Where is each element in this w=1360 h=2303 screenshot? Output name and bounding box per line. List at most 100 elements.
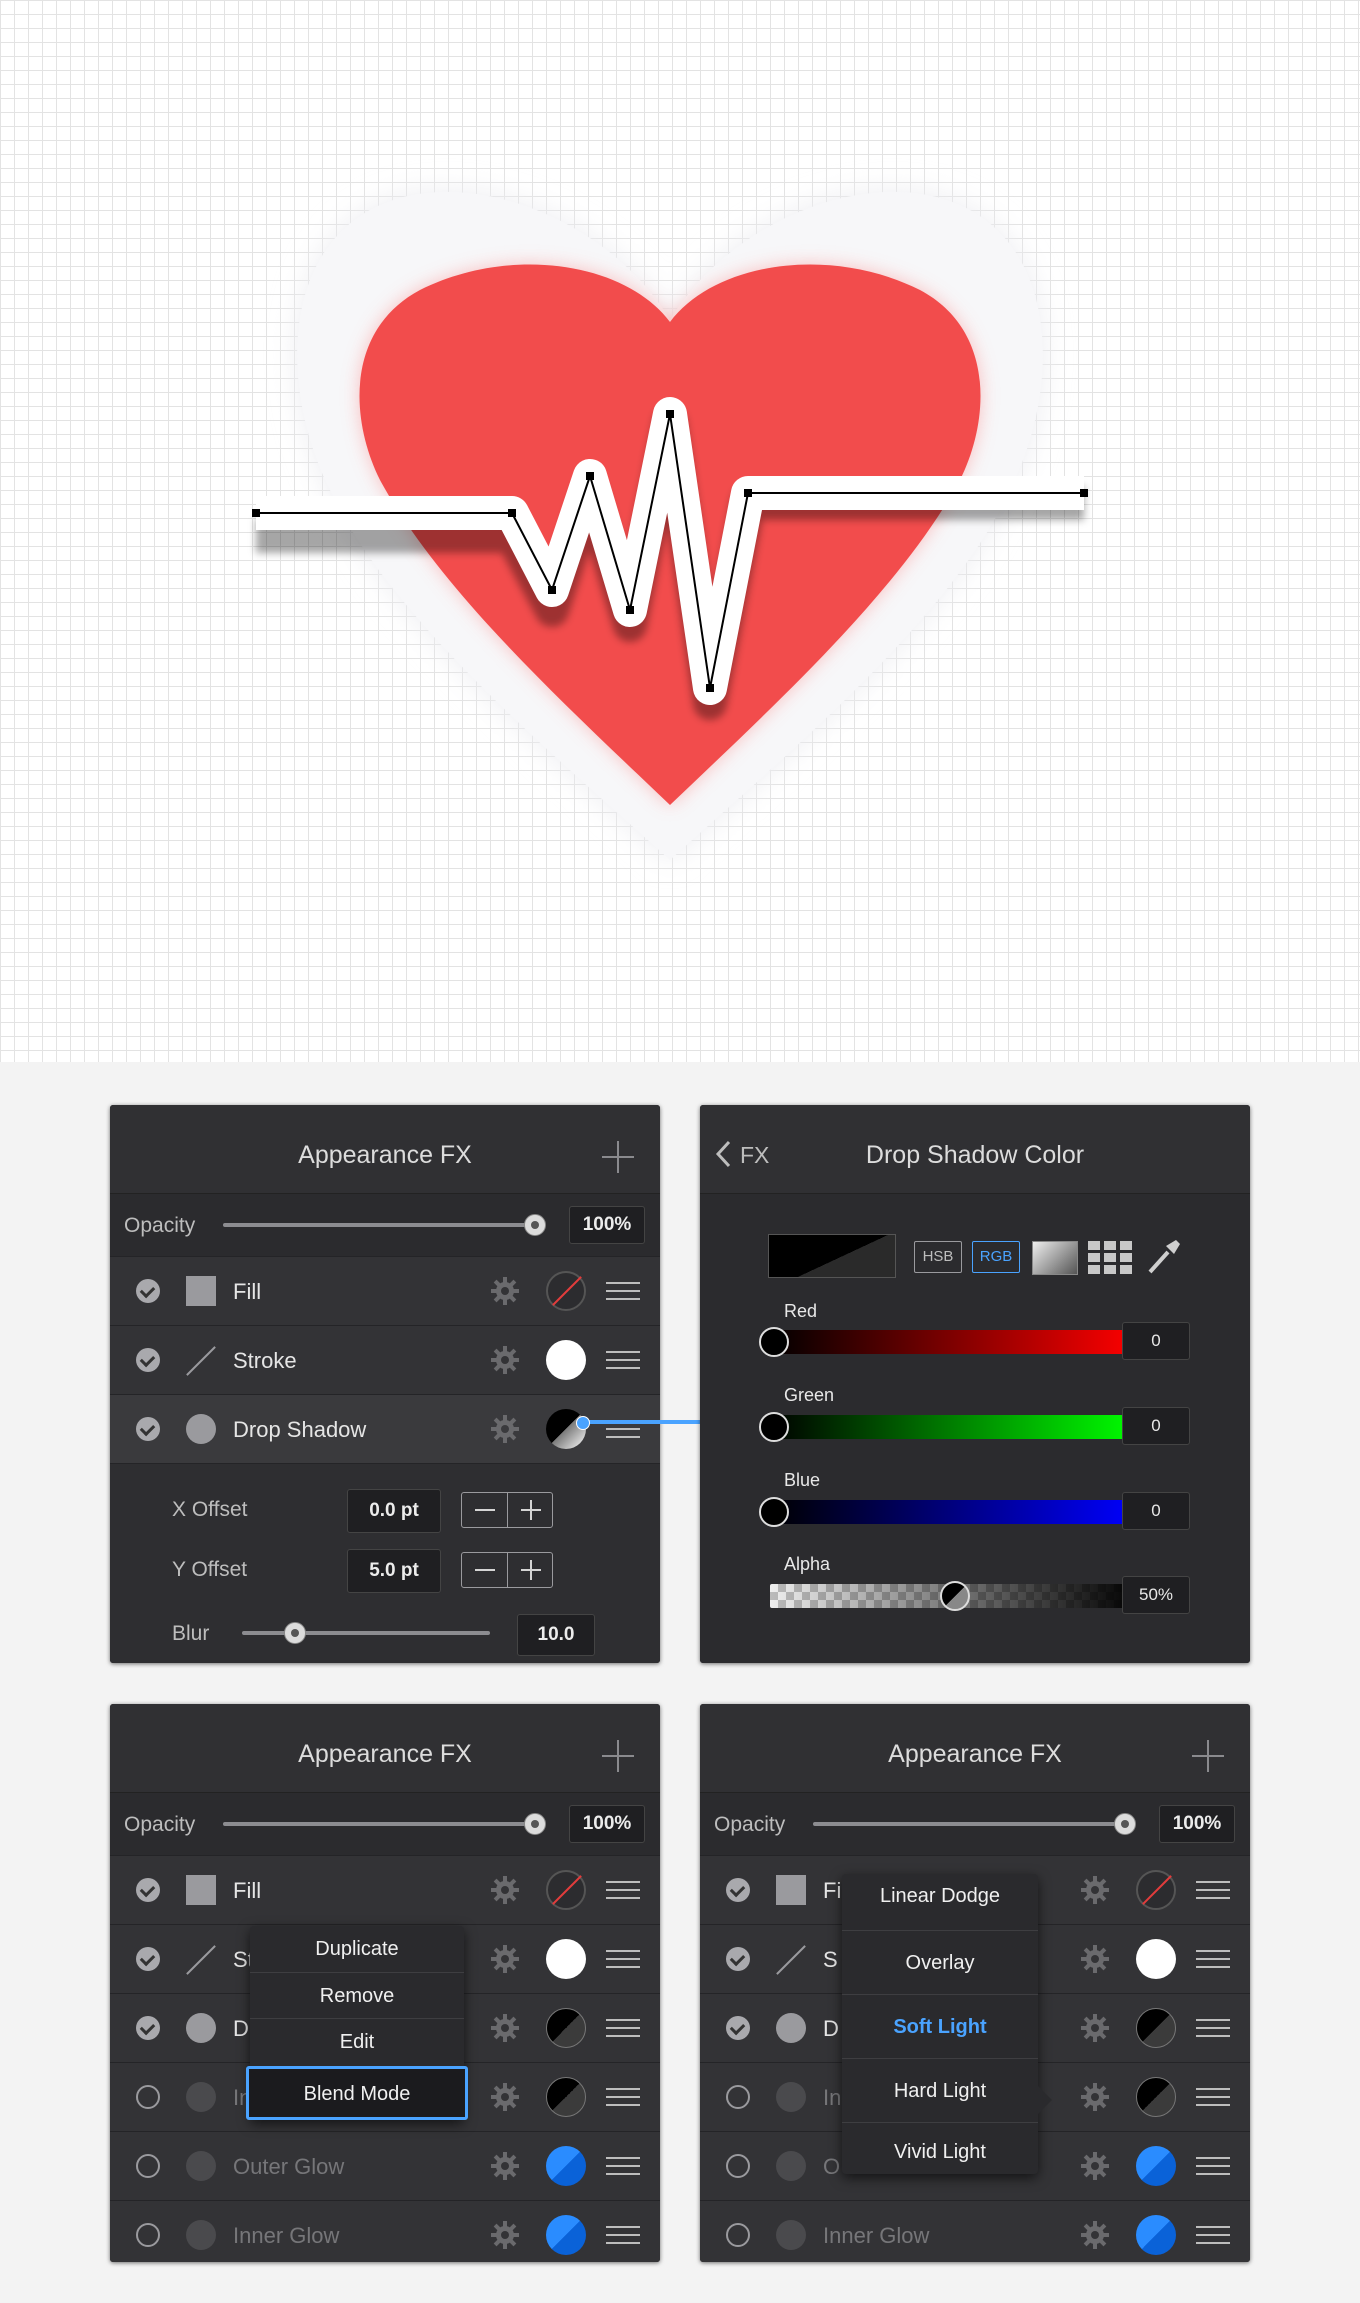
- blend-mode-hard-light[interactable]: Hard Light: [842, 2058, 1038, 2123]
- inner-glow-color-swatch[interactable]: [1136, 2215, 1176, 2255]
- inner-shadow-enabled-checkbox[interactable]: [726, 2085, 750, 2109]
- opacity-slider[interactable]: [223, 1223, 528, 1227]
- reorder-handle-icon[interactable]: [606, 2226, 640, 2244]
- stroke-enabled-checkbox[interactable]: [726, 1947, 750, 1971]
- effect-row-fill[interactable]: Fill: [110, 1855, 660, 1924]
- rgb-mode-button[interactable]: RGB: [972, 1241, 1020, 1273]
- green-slider-knob[interactable]: [759, 1412, 789, 1442]
- outer-glow-color-swatch[interactable]: [546, 2146, 586, 2186]
- outer-glow-color-swatch[interactable]: [1136, 2146, 1176, 2186]
- swatch-grid-icon[interactable]: [1088, 1241, 1132, 1275]
- fill-enabled-checkbox[interactable]: [136, 1279, 160, 1303]
- alpha-value[interactable]: 50%: [1122, 1576, 1190, 1614]
- green-value[interactable]: 0: [1122, 1407, 1190, 1445]
- menu-item-duplicate[interactable]: Duplicate: [250, 1926, 464, 1972]
- effect-row-outer-glow[interactable]: Outer Glow: [110, 2131, 660, 2200]
- menu-item-blend-mode[interactable]: Blend Mode: [246, 2066, 468, 2120]
- fill-enabled-checkbox[interactable]: [726, 1878, 750, 1902]
- reorder-handle-icon[interactable]: [1196, 2019, 1230, 2037]
- fill-color-swatch[interactable]: [1136, 1870, 1176, 1910]
- opacity-slider[interactable]: [813, 1822, 1118, 1826]
- blend-mode-soft-light[interactable]: Soft Light: [842, 1994, 1038, 2059]
- reorder-handle-icon[interactable]: [606, 1881, 640, 1899]
- gear-icon[interactable]: [490, 1944, 520, 1974]
- add-effect-plus-icon[interactable]: [602, 1141, 634, 1173]
- reorder-handle-icon[interactable]: [1196, 2157, 1230, 2175]
- stroke-enabled-checkbox[interactable]: [136, 1947, 160, 1971]
- drop-shadow-color-swatch[interactable]: [546, 2008, 586, 2048]
- blue-slider[interactable]: [770, 1500, 1138, 1524]
- x-offset-value[interactable]: 0.0 pt: [347, 1489, 441, 1533]
- blue-value[interactable]: 0: [1122, 1492, 1190, 1530]
- green-slider[interactable]: [770, 1415, 1138, 1439]
- reorder-handle-icon[interactable]: [1196, 1950, 1230, 1968]
- reorder-handle-icon[interactable]: [1196, 2088, 1230, 2106]
- reorder-handle-icon[interactable]: [606, 2088, 640, 2106]
- outer-glow-enabled-checkbox[interactable]: [726, 2154, 750, 2178]
- gear-icon[interactable]: [490, 1414, 520, 1444]
- drop-shadow-color-swatch[interactable]: [1136, 2008, 1176, 2048]
- reorder-handle-icon[interactable]: [1196, 1881, 1230, 1899]
- alpha-slider-knob[interactable]: [940, 1581, 970, 1611]
- reorder-handle-icon[interactable]: [606, 1351, 640, 1369]
- hsb-mode-button[interactable]: HSB: [914, 1241, 962, 1273]
- blue-slider-knob[interactable]: [759, 1497, 789, 1527]
- red-value[interactable]: 0: [1122, 1322, 1190, 1360]
- gear-icon[interactable]: [490, 2220, 520, 2250]
- opacity-slider[interactable]: [223, 1822, 528, 1826]
- menu-item-remove[interactable]: Remove: [250, 1972, 464, 2019]
- add-effect-plus-icon[interactable]: [602, 1740, 634, 1772]
- inner-shadow-enabled-checkbox[interactable]: [136, 2085, 160, 2109]
- inner-shadow-color-swatch[interactable]: [546, 2077, 586, 2117]
- effect-row-fill[interactable]: Fill: [110, 1256, 660, 1325]
- blur-value[interactable]: 10.0: [517, 1614, 595, 1656]
- effect-row-drop-shadow[interactable]: Drop Shadow: [110, 1394, 660, 1463]
- blend-mode-overlay[interactable]: Overlay: [842, 1930, 1038, 1995]
- fill-color-swatch[interactable]: [546, 1271, 586, 1311]
- menu-item-edit[interactable]: Edit: [250, 2018, 464, 2065]
- reorder-handle-icon[interactable]: [606, 2157, 640, 2175]
- gear-icon[interactable]: [1080, 1875, 1110, 1905]
- eyedropper-icon[interactable]: [1146, 1238, 1182, 1276]
- artboard-canvas[interactable]: [0, 0, 1360, 1062]
- reorder-handle-icon[interactable]: [1196, 2226, 1230, 2244]
- gear-icon[interactable]: [490, 1345, 520, 1375]
- inner-glow-color-swatch[interactable]: [546, 2215, 586, 2255]
- effect-row-stroke[interactable]: Stroke: [110, 1325, 660, 1394]
- drop-shadow-enabled-checkbox[interactable]: [136, 1417, 160, 1441]
- gear-icon[interactable]: [490, 1276, 520, 1306]
- blend-mode-linear-dodge[interactable]: Linear Dodge: [842, 1874, 1038, 1918]
- effect-row-inner-glow[interactable]: Inner Glow: [700, 2200, 1250, 2262]
- inner-shadow-color-swatch[interactable]: [1136, 2077, 1176, 2117]
- stroke-color-swatch[interactable]: [546, 1340, 586, 1380]
- opacity-slider-knob[interactable]: [524, 1214, 546, 1236]
- reorder-handle-icon[interactable]: [606, 1282, 640, 1300]
- gear-icon[interactable]: [490, 2082, 520, 2112]
- blur-slider-knob[interactable]: [284, 1622, 306, 1644]
- gear-icon[interactable]: [1080, 2151, 1110, 2181]
- red-slider[interactable]: [770, 1330, 1138, 1354]
- gear-icon[interactable]: [490, 2013, 520, 2043]
- gear-icon[interactable]: [490, 2151, 520, 2181]
- y-offset-value[interactable]: 5.0 pt: [347, 1549, 441, 1593]
- outer-glow-enabled-checkbox[interactable]: [136, 2154, 160, 2178]
- stroke-color-swatch[interactable]: [546, 1939, 586, 1979]
- stroke-color-swatch[interactable]: [1136, 1939, 1176, 1979]
- gear-icon[interactable]: [1080, 2013, 1110, 2043]
- opacity-value[interactable]: 100%: [1159, 1805, 1235, 1843]
- fill-color-swatch[interactable]: [546, 1870, 586, 1910]
- blur-slider[interactable]: [242, 1631, 490, 1635]
- effect-row-inner-glow[interactable]: Inner Glow: [110, 2200, 660, 2262]
- gear-icon[interactable]: [1080, 1944, 1110, 1974]
- gear-icon[interactable]: [490, 1875, 520, 1905]
- opacity-value[interactable]: 100%: [569, 1206, 645, 1244]
- opacity-value[interactable]: 100%: [569, 1805, 645, 1843]
- reorder-handle-icon[interactable]: [606, 1950, 640, 1968]
- gear-icon[interactable]: [1080, 2220, 1110, 2250]
- opacity-slider-knob[interactable]: [524, 1813, 546, 1835]
- gear-icon[interactable]: [1080, 2082, 1110, 2112]
- reorder-handle-icon[interactable]: [606, 2019, 640, 2037]
- red-slider-knob[interactable]: [759, 1327, 789, 1357]
- drop-shadow-enabled-checkbox[interactable]: [136, 2016, 160, 2040]
- fill-enabled-checkbox[interactable]: [136, 1878, 160, 1902]
